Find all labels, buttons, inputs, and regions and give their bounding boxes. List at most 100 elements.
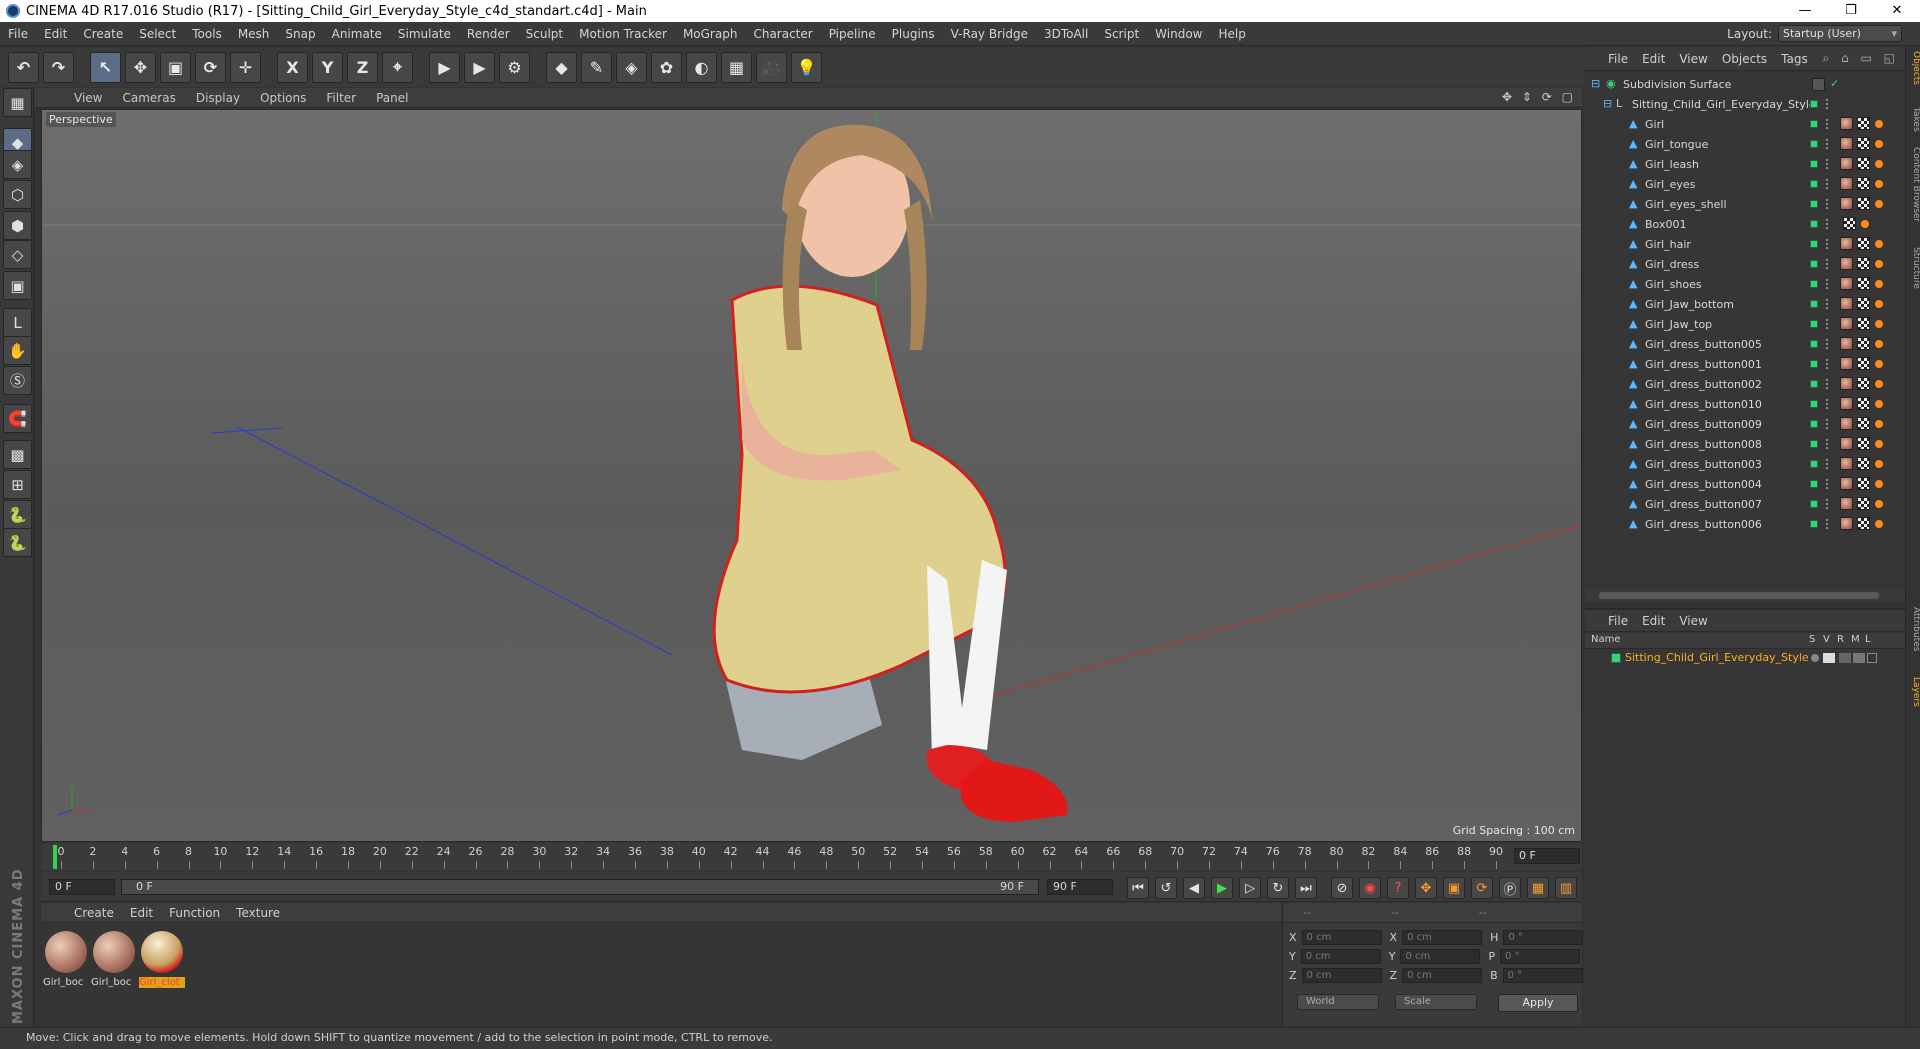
layer-color-icon[interactable] bbox=[1810, 140, 1818, 148]
menu-help[interactable]: Help bbox=[1210, 27, 1253, 41]
enabled-check-icon[interactable]: ✓ bbox=[1830, 78, 1842, 90]
layer-color-icon[interactable] bbox=[1810, 440, 1818, 448]
phong-tag-icon[interactable] bbox=[1875, 140, 1883, 148]
menu-file[interactable]: File bbox=[0, 27, 36, 41]
material-tag-icon[interactable] bbox=[1840, 477, 1853, 490]
menu-pipeline[interactable]: Pipeline bbox=[821, 27, 884, 41]
visibility-dots-icon[interactable] bbox=[1826, 239, 1830, 249]
grid-snap-icon[interactable]: ⊞ bbox=[3, 470, 32, 499]
visibility-dots-icon[interactable] bbox=[1826, 359, 1830, 369]
size-y-field[interactable]: 0 cm bbox=[1400, 948, 1481, 964]
texture-tag-icon[interactable] bbox=[1857, 457, 1870, 470]
object-row[interactable]: ▲ Girl_dress_button010 bbox=[1585, 394, 1905, 414]
layer-color-icon[interactable] bbox=[1810, 180, 1818, 188]
workplane-icon[interactable]: ⬡ bbox=[3, 180, 32, 209]
collapse-icon[interactable]: ⊟ bbox=[1591, 78, 1603, 90]
cube-icon[interactable]: ◆ bbox=[546, 51, 577, 83]
object-row[interactable]: ▲ Girl_dress_button009 bbox=[1585, 414, 1905, 434]
material-tag-icon[interactable] bbox=[1840, 377, 1853, 390]
texture-tag-icon[interactable] bbox=[1857, 477, 1870, 490]
phong-tag-icon[interactable] bbox=[1875, 280, 1883, 288]
menu-sculpt[interactable]: Sculpt bbox=[518, 27, 571, 41]
menu-render[interactable]: Render bbox=[459, 27, 518, 41]
visibility-dots-icon[interactable] bbox=[1826, 319, 1830, 329]
phong-tag-icon[interactable] bbox=[1875, 380, 1883, 388]
layer-color-icon[interactable] bbox=[1810, 260, 1818, 268]
texture-tag-icon[interactable] bbox=[1857, 417, 1870, 430]
layer-color-icon[interactable] bbox=[1810, 520, 1818, 528]
visibility-dots-icon[interactable] bbox=[1826, 299, 1830, 309]
key-rotation-icon[interactable]: ⟳ bbox=[1471, 877, 1493, 899]
layer-color-icon[interactable] bbox=[1611, 653, 1621, 663]
layer-menu-view[interactable]: View bbox=[1672, 614, 1714, 628]
visibility-dots-icon[interactable] bbox=[1826, 119, 1830, 129]
close-button[interactable]: ✕ bbox=[1874, 0, 1920, 22]
menu-mograph[interactable]: MoGraph bbox=[675, 27, 746, 41]
viewport-menu-display[interactable]: Display bbox=[186, 91, 250, 105]
layer-color-icon[interactable] bbox=[1810, 400, 1818, 408]
key-parameter-icon[interactable]: Ⓟ bbox=[1499, 877, 1521, 899]
material-menu-function[interactable]: Function bbox=[161, 906, 228, 920]
material-tag-icon[interactable] bbox=[1840, 357, 1853, 370]
layer-color-icon[interactable] bbox=[1810, 240, 1818, 248]
x-axis-lock-icon[interactable]: X bbox=[277, 51, 308, 83]
key-position-icon[interactable]: ✥ bbox=[1415, 877, 1437, 899]
scale-tool-icon[interactable]: ▣ bbox=[160, 51, 191, 83]
viewport-camera-label[interactable]: Perspective bbox=[46, 112, 116, 127]
object-row[interactable]: ▲ Girl_eyes_shell bbox=[1585, 194, 1905, 214]
previous-keyframe-icon[interactable]: ↺ bbox=[1155, 877, 1177, 899]
record-keys-icon[interactable]: ⊘ bbox=[1331, 877, 1353, 899]
material-tag-icon[interactable] bbox=[1840, 297, 1853, 310]
menu-3dtoall[interactable]: 3DToAll bbox=[1036, 27, 1096, 41]
material-tag-icon[interactable] bbox=[1840, 137, 1853, 150]
phong-tag-icon[interactable] bbox=[1875, 180, 1883, 188]
coordinate-system-icon[interactable]: ⌖ bbox=[382, 51, 413, 83]
layer-color-icon[interactable] bbox=[1810, 300, 1818, 308]
menu-vray-bridge[interactable]: V-Ray Bridge bbox=[943, 27, 1036, 41]
floor-icon[interactable]: ▦ bbox=[721, 51, 752, 83]
layer-color-icon[interactable] bbox=[1810, 320, 1818, 328]
material-tag-icon[interactable] bbox=[1840, 317, 1853, 330]
material-tag-icon[interactable] bbox=[1840, 437, 1853, 450]
snap-icon[interactable]: 🧲 bbox=[3, 404, 32, 433]
timeline-playhead[interactable] bbox=[53, 845, 57, 869]
object-menu-objects[interactable]: Objects bbox=[1715, 52, 1774, 66]
redo-icon[interactable]: ↷ bbox=[43, 51, 74, 83]
render-picture-viewer-icon[interactable]: ▶ bbox=[464, 51, 495, 83]
collapse-icon[interactable]: ⊟ bbox=[1603, 98, 1615, 110]
texture-tag-icon[interactable] bbox=[1857, 277, 1870, 290]
object-menu-view[interactable]: View bbox=[1672, 52, 1714, 66]
visibility-dots-icon[interactable] bbox=[1826, 459, 1830, 469]
phong-tag-icon[interactable] bbox=[1875, 260, 1883, 268]
material-menu-texture[interactable]: Texture bbox=[228, 906, 288, 920]
material-swatch[interactable]: Girl_boc bbox=[91, 931, 137, 988]
phong-tag-icon[interactable] bbox=[1875, 120, 1883, 128]
layer-color-icon[interactable] bbox=[1810, 100, 1818, 108]
object-row[interactable]: ▲ Girl_eyes bbox=[1585, 174, 1905, 194]
object-row[interactable]: ▲ Girl_dress_button002 bbox=[1585, 374, 1905, 394]
phong-tag-icon[interactable] bbox=[1875, 160, 1883, 168]
maximize-button[interactable]: ❐ bbox=[1828, 0, 1874, 22]
object-menu-edit[interactable]: Edit bbox=[1635, 52, 1672, 66]
object-manager-scrollbar[interactable] bbox=[1585, 590, 1905, 602]
texture-tag-icon[interactable] bbox=[1857, 257, 1870, 270]
object-row[interactable]: ▲ Girl_leash bbox=[1585, 154, 1905, 174]
visibility-dots-icon[interactable] bbox=[1826, 179, 1830, 189]
python-script-icon[interactable]: 🐍 bbox=[3, 528, 32, 557]
texture-tag-icon[interactable] bbox=[1857, 437, 1870, 450]
play-icon[interactable]: ▶ bbox=[1211, 877, 1233, 899]
phong-tag-icon[interactable] bbox=[1875, 240, 1883, 248]
visibility-toggle[interactable] bbox=[1812, 78, 1825, 91]
preview-range-slider[interactable]: 0 F 90 F bbox=[121, 879, 1039, 895]
phong-tag-icon[interactable] bbox=[1875, 440, 1883, 448]
tab-layers[interactable]: Layers bbox=[1906, 677, 1920, 707]
phong-tag-icon[interactable] bbox=[1875, 420, 1883, 428]
phong-tag-icon[interactable] bbox=[1861, 220, 1869, 228]
texture-tag-icon[interactable] bbox=[1857, 117, 1870, 130]
rotation-h-field[interactable]: 0 ° bbox=[1503, 929, 1584, 945]
camera-icon[interactable]: 🎥 bbox=[756, 51, 787, 83]
position-x-field[interactable]: 0 cm bbox=[1301, 929, 1382, 945]
texture-tag-icon[interactable] bbox=[1843, 217, 1856, 230]
menu-motion-tracker[interactable]: Motion Tracker bbox=[571, 27, 675, 41]
subdivision-icon[interactable]: ◈ bbox=[616, 51, 647, 83]
